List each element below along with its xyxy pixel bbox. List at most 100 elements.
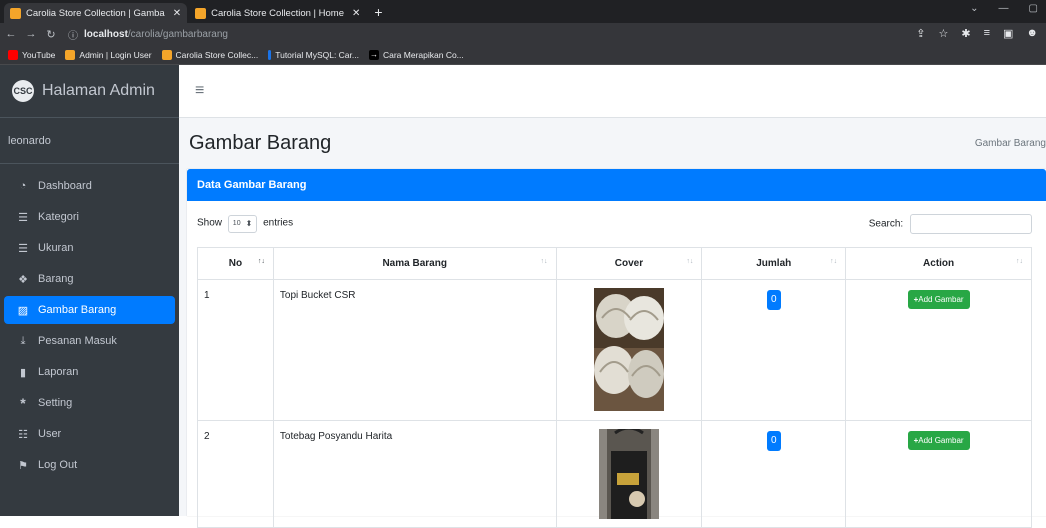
sidebar: CSC Halaman Admin leonardo ◔ Dashboard ☰ K… <box>0 65 179 516</box>
close-icon[interactable]: ✕ <box>173 8 181 19</box>
data-card: Data Gambar Barang Show 10 ⬍ entries Sear… <box>187 169 1046 528</box>
search-input[interactable] <box>910 213 1032 234</box>
add-gambar-button[interactable]: +Add Gambar <box>907 431 970 450</box>
bookmark-admin-login[interactable]: Admin | Login User <box>65 49 152 60</box>
sidebar-item-label: Barang <box>38 273 74 285</box>
users-icon: ☷ <box>18 428 28 441</box>
back-icon[interactable]: ← <box>2 28 20 40</box>
column-header-action[interactable]: Action ↑↓ <box>845 247 1032 280</box>
sidebar-item-label: Pesanan Masuk <box>38 335 117 347</box>
youtube-icon <box>8 49 18 60</box>
content-header: Gambar Barang Gambar Barang <box>179 118 1046 169</box>
bookmark-label: Admin | Login User <box>79 49 152 60</box>
hamburger-menu-icon[interactable]: ≡ <box>195 82 204 100</box>
sidebar-item-label: Laporan <box>38 366 79 378</box>
add-gambar-button[interactable]: +Add Gambar <box>907 290 970 309</box>
favicon-icon <box>65 49 76 60</box>
sidepanel-icon[interactable]: ▣ <box>1003 27 1013 40</box>
minimize-icon[interactable]: — <box>999 3 1009 14</box>
sidebar-item-gambar-barang[interactable]: ▨ Gambar Barang <box>4 296 175 324</box>
sidebar-item-user[interactable]: ☷ User <box>4 420 175 448</box>
cell-nama-barang: Totebag Posyandu Harita <box>272 420 557 528</box>
bookmark-label: Carolia Store Collec... <box>175 49 259 60</box>
sidebar-item-dashboard[interactable]: ◔ Dashboard <box>4 172 175 200</box>
extensions-icon[interactable]: ✱ <box>961 27 970 40</box>
header-label: Action <box>923 258 955 269</box>
sidebar-item-laporan[interactable]: ▮ Laporan <box>4 358 175 386</box>
browser-tabstrip: Carolia Store Collection | Gamba ✕ Carol… <box>0 0 1046 23</box>
sidebar-item-kategori[interactable]: ☰ Kategori <box>4 203 175 231</box>
new-tab-icon[interactable]: + <box>374 3 382 23</box>
cell-action: +Add Gambar <box>845 279 1032 421</box>
card-header: Data Gambar Barang <box>187 169 1046 201</box>
sidebar-item-pesanan-masuk[interactable]: ⤓ Pesanan Masuk <box>4 327 175 355</box>
column-header-jumlah[interactable]: Jumlah ↑↓ <box>701 247 847 280</box>
header-label: No <box>228 258 243 269</box>
cell-cover <box>555 420 703 528</box>
data-table: No ↑↓ Nama Barang ↑↓ Cover ↑↓ Jumlah ↑↓ Acti… <box>197 247 1032 528</box>
sidebar-item-label: Ukuran <box>38 242 74 254</box>
share-icon[interactable]: ⇪ <box>916 27 925 40</box>
cover-image <box>593 288 664 411</box>
column-header-no[interactable]: No ↑↓ <box>197 247 274 280</box>
browser-tab[interactable]: Carolia Store Collection | Home ✕ <box>189 3 366 23</box>
entries-value: 10 <box>232 220 241 227</box>
cell-cover <box>555 279 703 421</box>
table-row: 2 Totebag Posyandu Harita 0 +Add Gambar <box>197 420 1032 528</box>
cell-jumlah: 0 <box>701 420 847 528</box>
tab-title: Carolia Store Collection | Gamba <box>26 7 165 19</box>
maximize-icon[interactable]: ▢ <box>1029 3 1038 14</box>
header-label: Nama Barang <box>382 258 447 269</box>
bookmark-carolia[interactable]: Carolia Store Collec... <box>161 49 259 60</box>
card-title: Data Gambar Barang <box>197 179 307 191</box>
bookmark-cara-merapikan[interactable]: → Cara Merapikan Co... <box>368 49 464 60</box>
reading-list-icon[interactable]: ≡ <box>984 27 990 40</box>
sort-icon: ↑↓ <box>1016 258 1023 265</box>
sidebar-item-log-out[interactable]: ⚑ Log Out <box>4 451 175 479</box>
brand-link[interactable]: CSC Halaman Admin <box>0 65 179 118</box>
cubes-icon: ❖ <box>18 273 28 286</box>
url-field[interactable]: ⓘ localhost/carolia/gambarbarang <box>68 25 928 43</box>
sidebar-item-label: Log Out <box>38 459 78 471</box>
forward-icon[interactable]: → <box>22 28 40 40</box>
list-icon: ☰ <box>18 211 28 224</box>
favicon-icon <box>10 7 21 19</box>
brand-title: Halaman Admin <box>42 82 155 99</box>
sidebar-item-barang[interactable]: ❖ Barang <box>4 265 175 293</box>
user-panel[interactable]: leonardo <box>0 118 179 164</box>
sidebar-item-ukuran[interactable]: ☰ Ukuran <box>4 234 175 262</box>
window-controls: ⌄ — ▢ <box>970 3 1038 14</box>
browser-tab-active[interactable]: Carolia Store Collection | Gamba ✕ <box>4 3 188 23</box>
tab-title: Carolia Store Collection | Home <box>211 7 344 19</box>
sidebar-menu: ◔ Dashboard ☰ Kategori ☰ Ukuran ❖ Barang ▨ Ga… <box>0 164 179 479</box>
sidebar-item-setting[interactable]: * Setting <box>4 389 175 417</box>
select-arrows-icon: ⬍ <box>245 219 253 228</box>
sidebar-item-label: Gambar Barang <box>38 304 117 316</box>
chevron-down-icon[interactable]: ⌄ <box>970 3 978 14</box>
cell-action: +Add Gambar <box>845 420 1032 528</box>
bookmarks-bar: YouTube Admin | Login User Carolia Store… <box>0 45 1046 65</box>
column-header-cover[interactable]: Cover ↑↓ <box>555 247 703 280</box>
close-icon[interactable]: ✕ <box>352 8 360 19</box>
browser-toolbar-icons: ⇪ ☆ ✱ ≡ ▣ ☻ <box>916 27 1038 40</box>
url-host: localhost <box>84 28 128 40</box>
button-label: Add Gambar <box>918 295 964 304</box>
table-row: 1 Topi Bucket CSR 0 +Add Gambar <box>197 279 1032 421</box>
table-header-row: No ↑↓ Nama Barang ↑↓ Cover ↑↓ Jumlah ↑↓ Acti… <box>197 247 1032 280</box>
sidebar-item-label: Setting <box>38 397 73 409</box>
profile-icon[interactable]: ☻ <box>1026 27 1038 40</box>
page-title: Gambar Barang <box>189 132 332 154</box>
entries-select[interactable]: 10 ⬍ <box>227 214 258 233</box>
reload-icon[interactable]: ↻ <box>42 28 60 41</box>
sidebar-item-label: Kategori <box>38 211 79 223</box>
flag-icon: ⚑ <box>18 459 28 472</box>
breadcrumb[interactable]: Gambar Barang <box>975 138 1046 149</box>
url-path: /carolia/gambarbarang <box>127 28 228 40</box>
entries-control: Show 10 ⬍ entries <box>197 214 293 233</box>
favicon-icon <box>161 49 172 60</box>
bookmark-youtube[interactable]: YouTube <box>8 49 55 60</box>
bookmark-tutorial-mysql[interactable]: Tutorial MySQL: Car... <box>268 49 359 60</box>
star-icon[interactable]: ☆ <box>939 27 949 40</box>
column-header-nama-barang[interactable]: Nama Barang ↑↓ <box>272 247 557 280</box>
cell-nama-barang: Topi Bucket CSR <box>272 279 557 421</box>
